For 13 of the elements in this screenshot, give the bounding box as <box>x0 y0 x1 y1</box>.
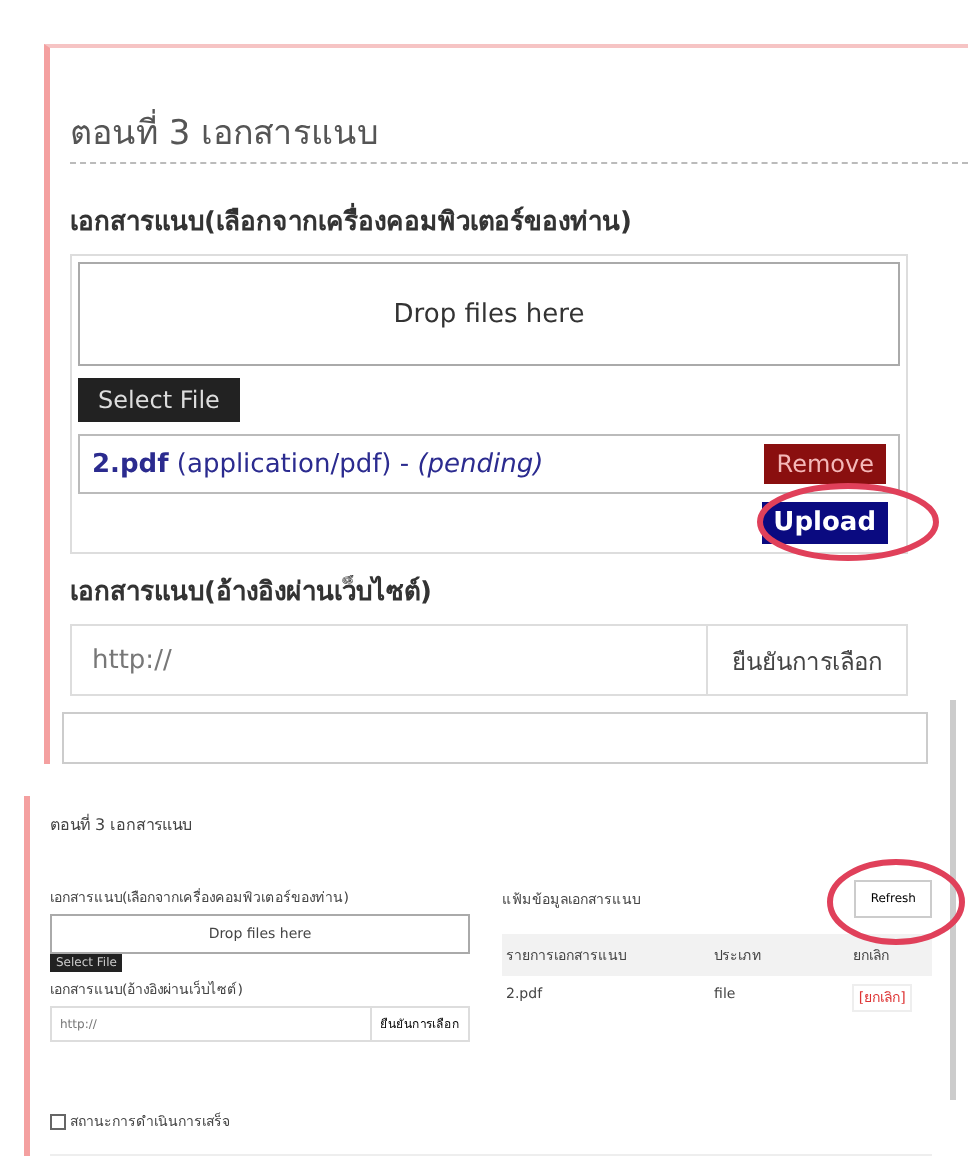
select-file-button[interactable]: Select File <box>78 378 240 422</box>
section-title: ตอนที่ 3 เอกสารแนบ <box>70 104 968 164</box>
upload-label: เอกสารแนบ(เลือกจากเครื่องคอมพิวเตอร์ของท่าน) <box>70 200 908 242</box>
upload-button[interactable]: Upload <box>761 502 888 544</box>
checkbox[interactable] <box>50 1113 66 1130</box>
remove-button[interactable]: Remove <box>764 444 886 484</box>
drop-zone[interactable]: Drop files here <box>78 262 900 366</box>
url-field[interactable]: http:// ยืนยันการเลือก <box>70 624 908 696</box>
file-info: 2.pdf (application/pdf) - (pending) <box>92 449 544 479</box>
text-area[interactable] <box>62 712 928 764</box>
url-label: เอกสารแนบ(อ้างอิงผ่านเว็บไซต์) <box>70 573 434 612</box>
section-title: ตอนที่ 3 เอกสารแนบ <box>50 812 195 838</box>
scrollbar[interactable] <box>950 700 956 1100</box>
